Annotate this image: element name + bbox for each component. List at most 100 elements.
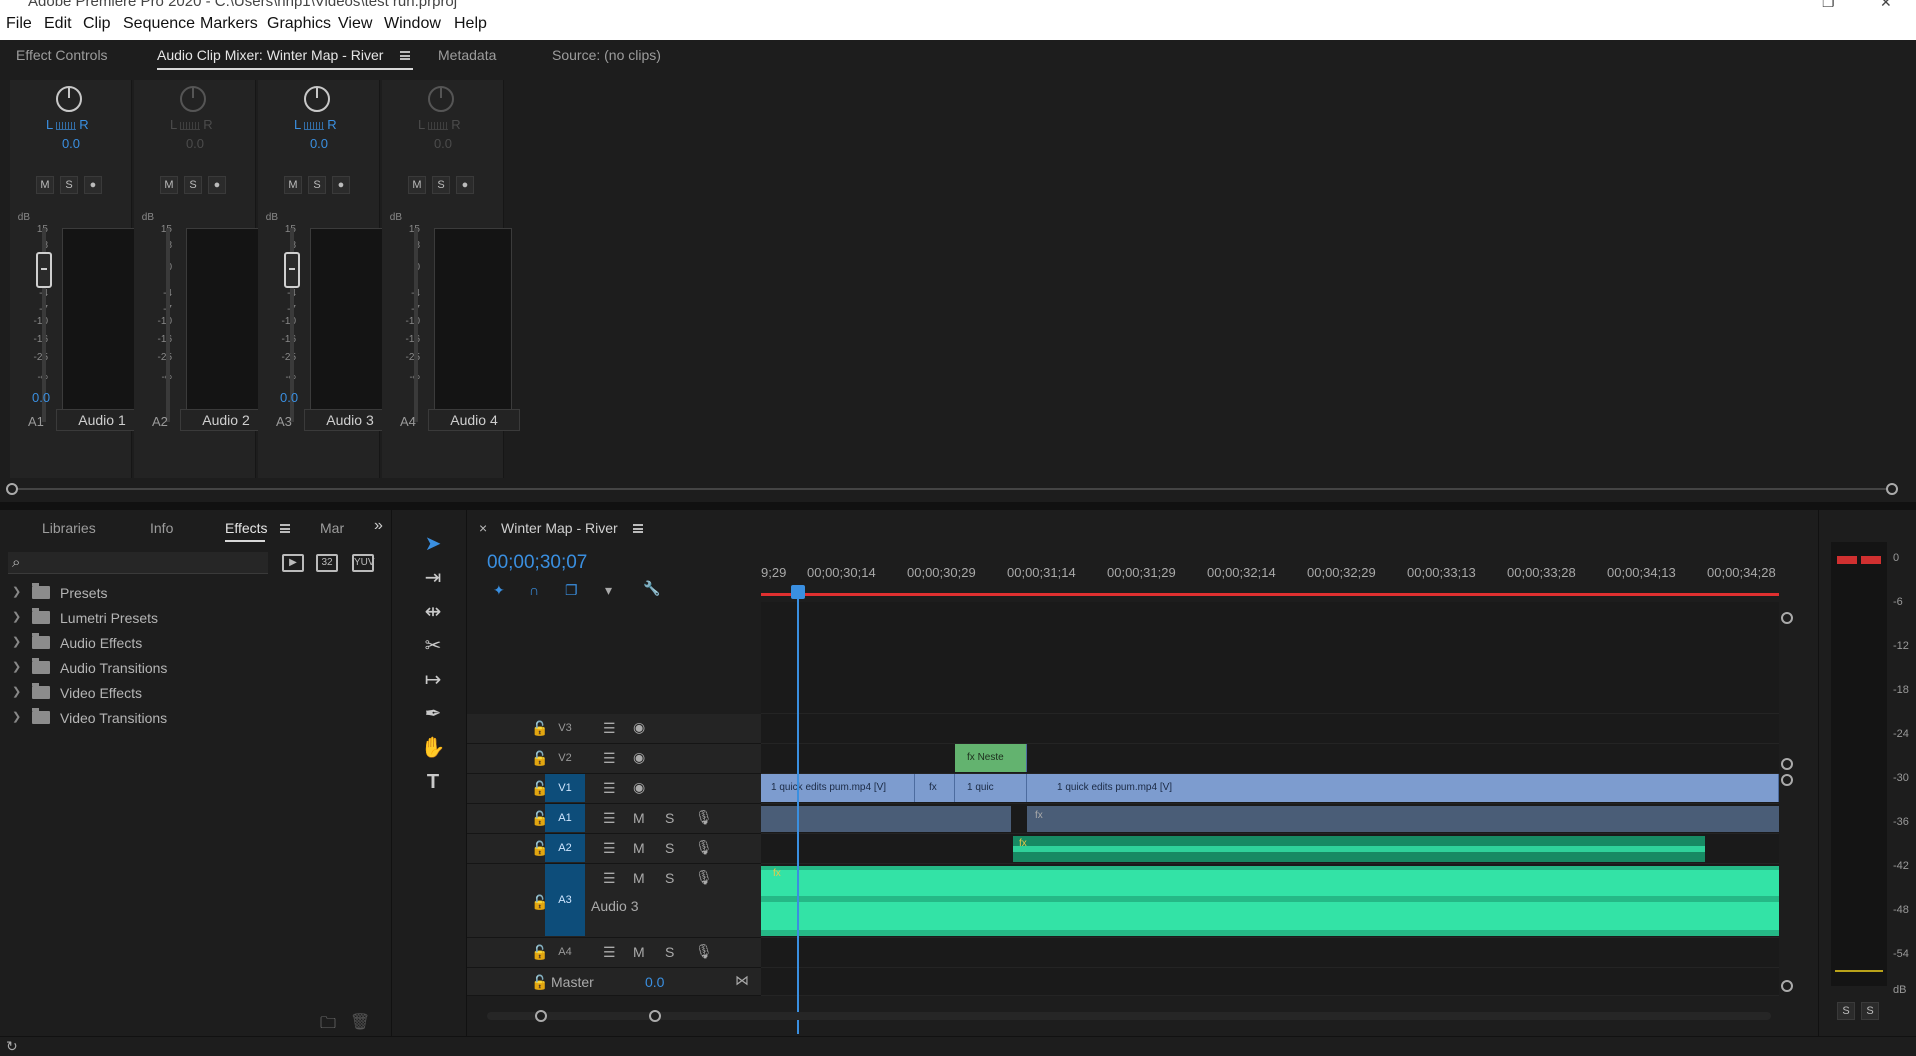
mute-button[interactable]: M	[284, 176, 302, 194]
mute-button[interactable]: M	[633, 944, 645, 960]
close-sequence-icon[interactable]: ×	[479, 520, 487, 536]
tree-item-video-transitions[interactable]: ❯ Video Transitions	[0, 708, 390, 730]
sync-lock-icon[interactable]: ☰	[603, 810, 616, 827]
effects-search-input[interactable]: ⌕	[8, 552, 268, 574]
sync-lock-icon[interactable]: ☰	[603, 780, 616, 797]
close-icon[interactable]: ✕	[1880, 0, 1892, 10]
volume-fader[interactable]	[284, 252, 300, 288]
menu-help[interactable]: Help	[454, 15, 487, 33]
sync-lock-icon[interactable]: ☰	[603, 870, 616, 887]
pan-knob[interactable]	[304, 86, 330, 112]
track-target-a2[interactable]: A2	[545, 834, 585, 862]
track-lane-v1[interactable]: 1 quick edits pum.mp4 [V] fx 1 quic 1 qu…	[761, 774, 1779, 804]
32bit-effects-icon[interactable]: 32	[316, 554, 338, 572]
hand-tool-icon[interactable]: ✋	[418, 734, 448, 762]
audio-clip[interactable]: fx	[1027, 806, 1779, 832]
solo-button[interactable]: S	[665, 840, 674, 856]
chevron-right-icon[interactable]: ❯	[12, 610, 21, 623]
microphone-icon[interactable]: 🎙	[695, 943, 713, 960]
pan-value[interactable]: 0.0	[10, 136, 132, 151]
panel-menu-icon[interactable]	[400, 51, 410, 60]
record-button[interactable]: ●	[332, 176, 350, 194]
tab-effects[interactable]: Effects	[225, 520, 268, 536]
tab-metadata[interactable]: Metadata	[438, 47, 496, 63]
sync-lock-icon[interactable]: ☰	[603, 750, 616, 767]
video-clip[interactable]: 1 quick edits pum.mp4 [V]	[1027, 774, 1779, 802]
menu-window[interactable]: Window	[384, 15, 441, 33]
mute-button[interactable]: M	[633, 870, 645, 886]
snap-icon[interactable]: ∩	[529, 582, 539, 598]
mute-button[interactable]: M	[408, 176, 426, 194]
menu-graphics[interactable]: Graphics	[267, 15, 331, 33]
slip-tool-icon[interactable]: ↦	[418, 666, 448, 694]
track-lane-a1[interactable]: fx	[761, 804, 1779, 834]
panel-menu-icon[interactable]	[633, 524, 643, 533]
sync-lock-icon[interactable]: ☰	[603, 944, 616, 961]
tab-markers[interactable]: Mar	[320, 520, 344, 536]
clip-indicator-right[interactable]	[1861, 556, 1881, 564]
ripple-edit-tool-icon[interactable]: ⇹	[418, 598, 448, 626]
solo-button[interactable]: S	[184, 176, 202, 194]
settings-wrench-icon[interactable]: 🔧	[643, 580, 660, 597]
menu-view[interactable]: View	[338, 15, 372, 33]
solo-button[interactable]: S	[665, 870, 674, 886]
playhead[interactable]	[791, 585, 805, 1034]
mute-button[interactable]: M	[36, 176, 54, 194]
chevron-right-icon[interactable]: ❯	[12, 635, 21, 648]
pen-tool-icon[interactable]: ✒	[418, 700, 448, 728]
nest-icon[interactable]: ✦	[493, 582, 505, 599]
audio-clip[interactable]: fx	[761, 866, 1779, 936]
track-lane-a2[interactable]: fx	[761, 834, 1779, 864]
menu-markers[interactable]: Markers	[200, 15, 258, 33]
menu-sequence[interactable]: Sequence	[123, 15, 195, 33]
panel-divider[interactable]	[0, 502, 1916, 510]
mixer-horizontal-scrollbar[interactable]	[6, 483, 1898, 495]
tree-item-audio-transitions[interactable]: ❯ Audio Transitions	[0, 658, 390, 680]
pan-value[interactable]: 0.0	[134, 136, 256, 151]
tree-item-video-effects[interactable]: ❯ Video Effects	[0, 683, 390, 705]
vertical-scroll-handle[interactable]	[1781, 612, 1793, 624]
trash-icon[interactable]: 🗑	[350, 1012, 370, 1032]
vertical-scroll-handle[interactable]	[1781, 980, 1793, 992]
track-target-v1[interactable]: V1	[545, 774, 585, 802]
chevron-right-icon[interactable]: ❯	[12, 685, 21, 698]
sequence-tab[interactable]: Winter Map - River	[501, 520, 618, 536]
record-button[interactable]: ●	[208, 176, 226, 194]
pan-value[interactable]: 0.0	[258, 136, 380, 151]
microphone-icon[interactable]: 🎙	[695, 869, 713, 886]
add-marker-icon[interactable]: ▾	[605, 582, 612, 599]
microphone-icon[interactable]: 🎙	[695, 839, 713, 856]
video-clip[interactable]: fx	[915, 774, 955, 802]
track-lane-master[interactable]	[761, 968, 1779, 996]
track-target-a4[interactable]: A4	[545, 938, 585, 966]
record-button[interactable]: ●	[456, 176, 474, 194]
razor-tool-icon[interactable]: ✂	[418, 632, 448, 660]
master-volume-value[interactable]: 0.0	[645, 974, 664, 990]
track-lane-a3[interactable]: fx	[761, 864, 1779, 938]
work-area-bar[interactable]	[761, 593, 1779, 596]
linked-selection-icon[interactable]: ❐	[565, 582, 578, 599]
tab-source[interactable]: Source: (no clips)	[552, 47, 661, 63]
solo-button[interactable]: S	[432, 176, 450, 194]
solo-button[interactable]: S	[60, 176, 78, 194]
accelerated-effects-icon[interactable]: ▶	[282, 554, 304, 572]
new-bin-icon[interactable]: 🗀	[320, 1012, 336, 1039]
lock-icon[interactable]: 🔓	[531, 974, 548, 991]
clip-nested-sequence[interactable]: fx Neste	[955, 744, 1027, 772]
more-tabs-icon[interactable]: »	[374, 517, 383, 535]
mute-button[interactable]: M	[633, 840, 645, 856]
timecode-display[interactable]: 00;00;30;07	[487, 552, 587, 574]
tab-libraries[interactable]: Libraries	[42, 520, 96, 536]
panel-menu-icon[interactable]	[280, 524, 290, 533]
solo-left-button[interactable]: S	[1837, 1002, 1855, 1020]
tree-item-audio-effects[interactable]: ❯ Audio Effects	[0, 633, 390, 655]
restore-icon[interactable]: ❐	[1822, 0, 1835, 10]
zoom-start-handle[interactable]	[535, 1010, 547, 1022]
track-target-a1[interactable]: A1	[545, 804, 585, 832]
solo-right-button[interactable]: S	[1861, 1002, 1879, 1020]
tree-item-lumetri-presets[interactable]: ❯ Lumetri Presets	[0, 608, 390, 630]
eye-icon[interactable]: ◉	[633, 779, 645, 796]
eye-icon[interactable]: ◉	[633, 719, 645, 736]
chevron-right-icon[interactable]: ❯	[12, 710, 21, 723]
video-clip[interactable]: 1 quick edits pum.mp4 [V]	[761, 774, 915, 802]
